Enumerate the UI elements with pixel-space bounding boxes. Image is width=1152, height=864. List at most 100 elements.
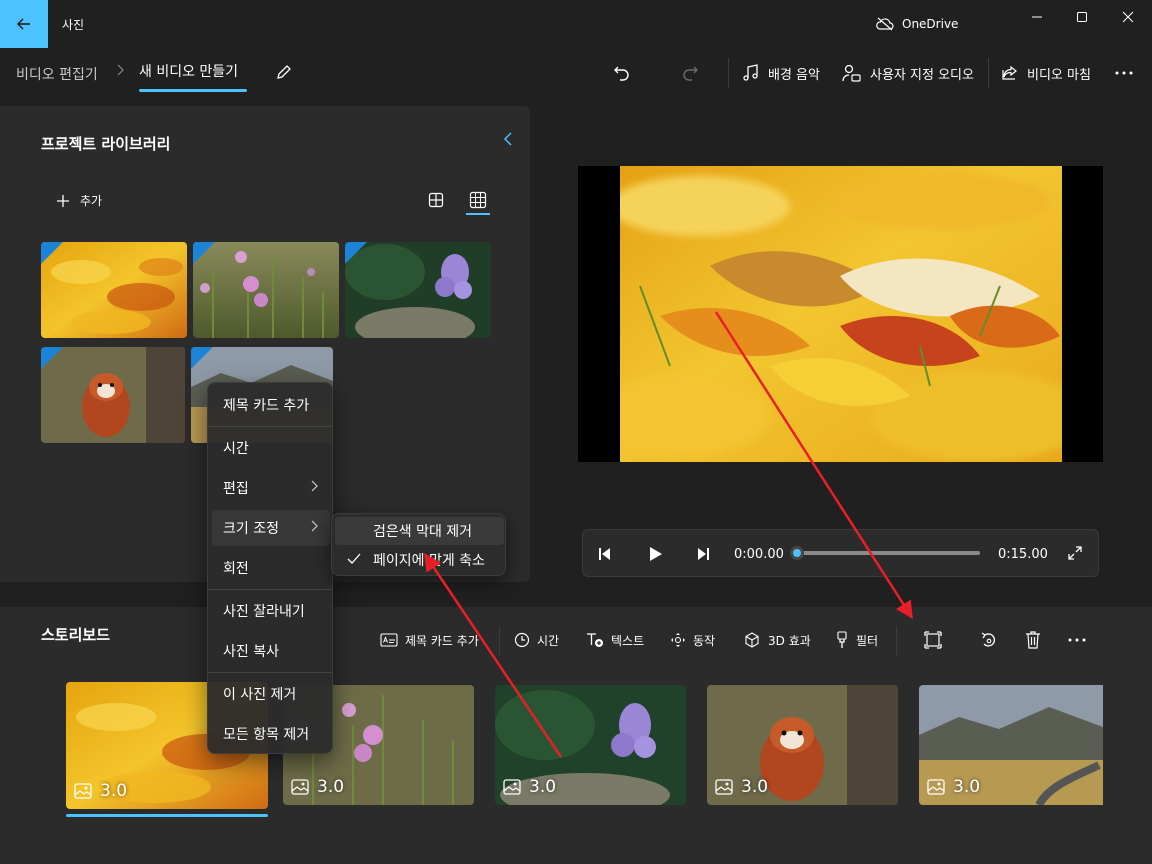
- clip-duration-value: 3.0: [741, 777, 769, 797]
- add-title-card-button[interactable]: 제목 카드 추가: [380, 630, 479, 650]
- next-frame-button[interactable]: [694, 545, 714, 563]
- library-item-hyacinth[interactable]: [345, 242, 491, 338]
- menu-item-edit[interactable]: 편집: [212, 470, 330, 506]
- motion-label: 동작: [693, 633, 716, 648]
- storyboard-clip-red-panda[interactable]: 3.0: [707, 685, 898, 805]
- clip-duration: 3.0: [715, 777, 768, 797]
- more-options-button[interactable]: [1115, 58, 1133, 88]
- add-title-card-label: 제목 카드 추가: [405, 633, 479, 648]
- toolbar-divider: [896, 626, 897, 656]
- play-button[interactable]: [646, 545, 666, 563]
- grid-small-icon: [469, 191, 487, 209]
- breadcrumb-current: 새 비디오 만들기: [139, 64, 239, 80]
- back-button[interactable]: [0, 0, 48, 48]
- resize-submenu: 검은색 막대 제거 페이지에 맞게 축소: [331, 513, 506, 576]
- minimize-icon: [1032, 16, 1042, 18]
- music-note-icon: [743, 64, 758, 81]
- toolbar-divider: [728, 58, 729, 88]
- breadcrumb-video-editor[interactable]: 비디오 편집기: [16, 64, 98, 84]
- 3d-cube-icon: [745, 632, 759, 648]
- previous-frame-button[interactable]: [596, 545, 616, 563]
- storyboard-clip-mountain-road[interactable]: 3.0: [919, 685, 1103, 805]
- clip-duration-value: 3.0: [100, 781, 128, 801]
- filters-label: 필터: [856, 633, 879, 648]
- add-media-button[interactable]: 추가: [56, 192, 102, 209]
- chevron-right-icon: [310, 480, 318, 492]
- custom-audio-button[interactable]: 사용자 지정 오디오: [842, 58, 974, 88]
- submenu-item-label: 검은색 막대 제거: [373, 524, 473, 540]
- more-icon: [1068, 638, 1086, 642]
- trash-icon: [1026, 631, 1040, 649]
- custom-audio-label: 사용자 지정 오디오: [870, 67, 974, 83]
- submenu-item-shrink-to-fit[interactable]: 페이지에 맞게 축소: [335, 546, 504, 574]
- menu-item-remove-photo[interactable]: 이 사진 제거: [212, 676, 330, 712]
- 3d-effects-label: 3D 효과: [768, 633, 811, 648]
- total-time: 0:15.00: [998, 547, 1048, 562]
- chevron-left-icon: [503, 132, 512, 146]
- new-item-corner: [345, 242, 367, 264]
- new-item-corner: [193, 242, 215, 264]
- menu-item-duration[interactable]: 시간: [212, 430, 330, 466]
- rename-button[interactable]: [274, 62, 296, 84]
- new-item-corner: [41, 347, 63, 369]
- cloud-off-icon: [876, 17, 894, 31]
- submenu-item-label: 페이지에 맞게 축소: [373, 553, 485, 569]
- menu-item-cut-photo[interactable]: 사진 잘라내기: [212, 593, 330, 629]
- duration-button[interactable]: 시간: [514, 630, 559, 650]
- 3d-effects-button[interactable]: 3D 효과: [743, 630, 811, 650]
- filters-button[interactable]: 필터: [835, 630, 878, 650]
- background-music-label: 배경 음악: [768, 67, 820, 83]
- collapse-library-button[interactable]: [503, 132, 513, 146]
- seek-thumb[interactable]: [790, 546, 804, 560]
- submenu-item-remove-black-bars[interactable]: 검은색 막대 제거: [335, 517, 504, 545]
- library-item-autumn-leaves[interactable]: [41, 242, 187, 338]
- clip-duration-value: 3.0: [529, 777, 557, 797]
- current-time: 0:00.00: [734, 547, 784, 562]
- view-active-indicator: [466, 213, 490, 215]
- background-music-button[interactable]: 배경 음악: [742, 58, 820, 88]
- library-item-red-panda[interactable]: [41, 347, 185, 443]
- menu-item-label: 이 사진 제거: [223, 687, 297, 703]
- undo-button[interactable]: [612, 58, 632, 88]
- clip-duration: 3.0: [503, 777, 556, 797]
- minimize-button[interactable]: [1014, 0, 1060, 34]
- checkmark-icon: [347, 553, 361, 565]
- large-grid-view-button[interactable]: [428, 192, 446, 210]
- title-bar: [0, 0, 1152, 48]
- rotate-button[interactable]: [980, 630, 998, 650]
- person-audio-icon: [842, 64, 861, 82]
- redo-button[interactable]: [680, 58, 700, 88]
- redo-icon: [683, 66, 698, 81]
- finish-video-button[interactable]: 비디오 마침: [1001, 58, 1091, 88]
- menu-item-add-title-card[interactable]: 제목 카드 추가: [212, 387, 330, 423]
- close-button[interactable]: [1105, 0, 1151, 34]
- menu-item-label: 편집: [223, 481, 249, 497]
- undo-icon: [614, 66, 629, 81]
- menu-item-rotate[interactable]: 회전: [212, 550, 330, 586]
- onedrive-status[interactable]: OneDrive: [876, 17, 958, 31]
- menu-item-copy-photo[interactable]: 사진 복사: [212, 633, 330, 669]
- clip-duration-value: 3.0: [953, 777, 981, 797]
- image-icon: [291, 779, 309, 795]
- menu-item-resize[interactable]: 크기 조정: [212, 510, 330, 546]
- maximize-icon: [1077, 12, 1087, 22]
- fullscreen-button[interactable]: [1067, 545, 1083, 561]
- menu-item-label: 회전: [223, 561, 249, 577]
- text-button[interactable]: 텍스트: [586, 630, 644, 650]
- motion-button[interactable]: 동작: [670, 630, 715, 650]
- text-label: 텍스트: [611, 633, 645, 648]
- maximize-button[interactable]: [1059, 0, 1105, 34]
- library-item-wildflowers[interactable]: [193, 242, 339, 338]
- resize-button[interactable]: [924, 630, 942, 650]
- small-grid-view-button[interactable]: [466, 190, 490, 212]
- expand-icon: [1068, 546, 1082, 560]
- delete-button[interactable]: [1025, 630, 1041, 650]
- storyboard-clip-hyacinth[interactable]: 3.0: [495, 685, 686, 805]
- rotate-icon: [981, 632, 996, 647]
- seek-bar[interactable]: [797, 551, 980, 555]
- clip-duration: 3.0: [927, 777, 980, 797]
- text-add-icon: [587, 633, 603, 647]
- add-media-label: 추가: [80, 194, 103, 208]
- menu-item-remove-all[interactable]: 모든 항목 제거: [212, 716, 330, 752]
- storyboard-more-button[interactable]: [1068, 630, 1086, 650]
